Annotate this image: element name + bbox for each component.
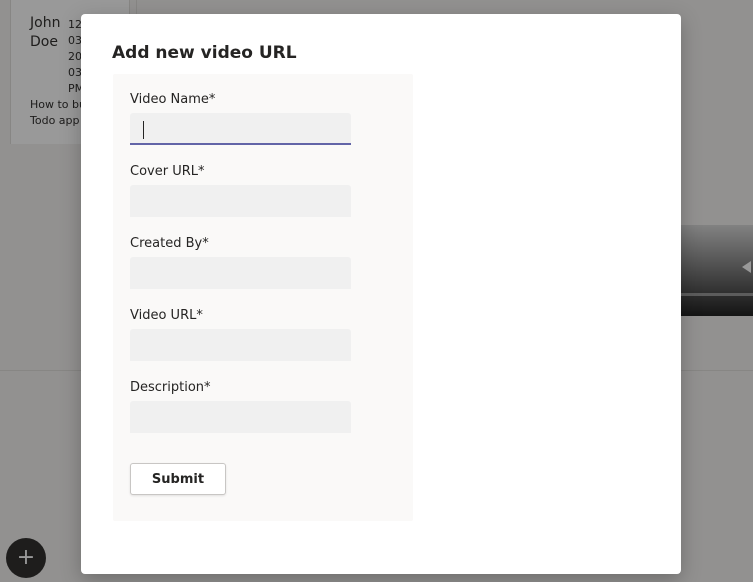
dialog-title: Add new video URL [112,43,297,63]
cover-url-label: Cover URL* [130,164,205,179]
description-label: Description* [130,380,211,395]
video-url-label: Video URL* [130,308,203,323]
add-video-dialog: Add new video URL Video Name* Cover URL*… [81,14,681,574]
created-by-field-group: Created By* [130,235,351,289]
video-url-input[interactable] [130,329,351,361]
description-field-group: Description* [130,379,351,433]
video-url-field-group: Video URL* [130,307,351,361]
video-name-input[interactable] [130,113,351,145]
submit-button[interactable]: Submit [130,463,226,495]
description-input[interactable] [130,401,351,433]
cover-url-input[interactable] [130,185,351,217]
text-caret [143,121,144,139]
video-name-field-group: Video Name* [130,91,351,145]
video-name-label: Video Name* [130,92,216,107]
cover-url-field-group: Cover URL* [130,163,351,217]
created-by-label: Created By* [130,236,209,251]
created-by-input[interactable] [130,257,351,289]
video-form: Video Name* Cover URL* Created By* Video… [113,74,413,521]
